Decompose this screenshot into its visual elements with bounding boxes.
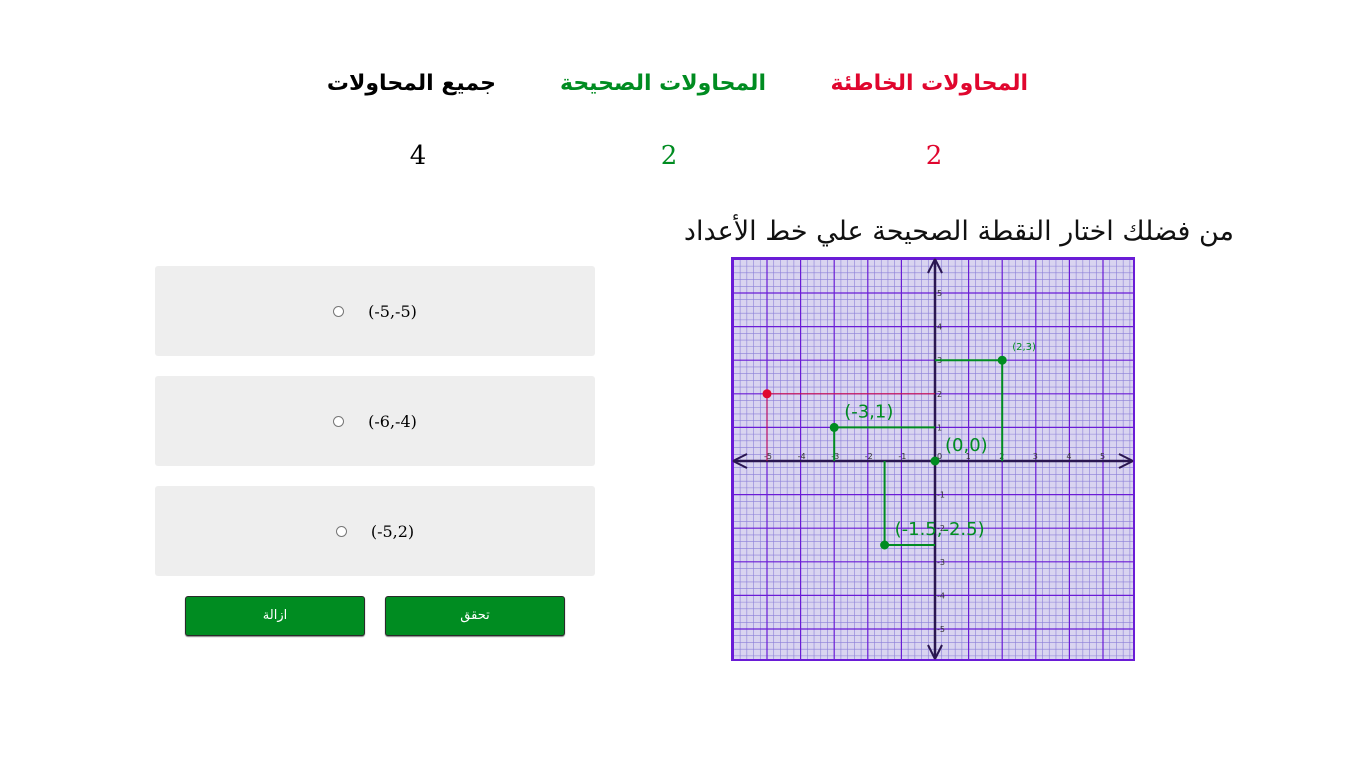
y-tick-label: 4 (937, 323, 942, 332)
correct-point-label: (-1.5,-2.5) (895, 519, 985, 540)
y-tick-label: 1 (937, 423, 942, 432)
option-3-label: (-5,2) (370, 521, 415, 541)
y-tick-label: -5 (937, 625, 945, 634)
x-tick-label: -5 (764, 452, 772, 461)
y-tick-label: -4 (937, 591, 945, 600)
correct-point-label: (2,3) (1012, 342, 1036, 353)
coordinate-plane[interactable]: -5 -4 -3 -2 -1 1 2 3 4 5 5 4 3 2 1 -1 -2 -3 -4 -5 0 (2,3) (-3,… (731, 257, 1135, 661)
correct-point-label: (0,0) (945, 435, 988, 456)
correct-attempts-value: 2 (660, 141, 678, 171)
total-attempts-value: 4 (409, 141, 427, 171)
attempts-stats-header: جميع المحاولات المحاولات الصحيحة المحاول… (0, 68, 1366, 100)
wrong-attempts-label: المحاولات الخاطئة (830, 71, 1028, 96)
y-tick-label: -1 (937, 491, 945, 500)
check-button[interactable]: تحقق (385, 596, 565, 636)
wrong-attempts-value: 2 (925, 141, 943, 171)
correct-point (880, 540, 890, 550)
x-tick-label: 3 (1033, 452, 1038, 461)
x-tick-label: 4 (1066, 452, 1071, 461)
total-attempts-label: جميع المحاولات (326, 71, 496, 96)
option-1[interactable]: (-5,-5) (155, 266, 595, 356)
correct-point (997, 355, 1007, 365)
question-text: من فضلك اختار النقطة الصحيحة علي خط الأع… (683, 216, 1234, 247)
wrong-point (762, 389, 772, 399)
x-tick-label: -2 (865, 452, 873, 461)
option-card-3[interactable]: (-5,2) (155, 486, 595, 576)
correct-point (930, 456, 940, 466)
y-tick-label: 2 (937, 390, 942, 399)
coordinate-plane-svg[interactable]: -5 -4 -3 -2 -1 1 2 3 4 554321-1-2-3-4-50(2,3)(-3,… (731, 257, 1135, 661)
option-1-label: (-5,-5) (368, 301, 417, 321)
correct-point-label: (-3,1) (844, 401, 893, 422)
x-tick-label: -1 (898, 452, 906, 461)
option-2-label: (-6,-4) (368, 411, 417, 431)
option-card-1[interactable]: (-5,-5) (155, 266, 595, 356)
option-2[interactable]: (-6,-4) (155, 376, 595, 466)
correct-attempts-label: المحاولات الصحيحة (559, 71, 766, 96)
option-3-radio[interactable] (335, 525, 347, 537)
x-tick-label: 5 (1100, 452, 1105, 461)
y-tick-label: -3 (937, 558, 945, 567)
reset-button[interactable]: ازالة (185, 596, 365, 636)
y-tick-label: 5 (937, 289, 942, 298)
option-2-radio[interactable] (333, 415, 345, 427)
option-3[interactable]: (-5,2) (155, 486, 595, 576)
correct-point (829, 422, 839, 432)
x-tick-label: -4 (798, 452, 806, 461)
option-1-radio[interactable] (333, 305, 345, 317)
option-card-2[interactable]: (-6,-4) (155, 376, 595, 466)
